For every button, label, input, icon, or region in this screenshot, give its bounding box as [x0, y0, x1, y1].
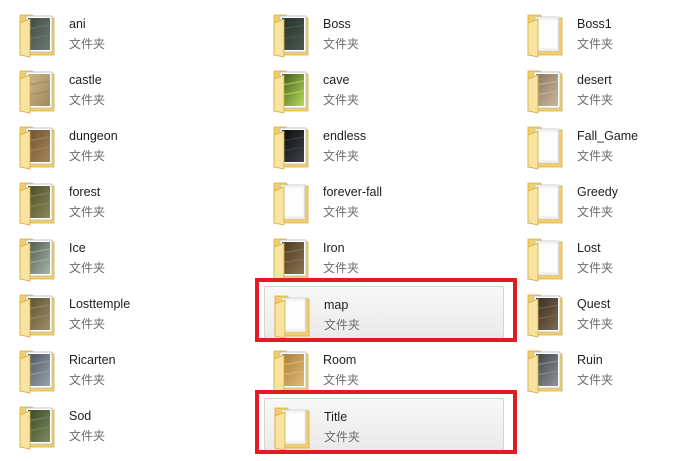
folder-item-castle[interactable]: castle 文件夹 [0, 62, 240, 116]
folder-name: dungeon [69, 129, 118, 143]
folder-type-label: 文件夹 [69, 37, 106, 51]
folder-type-label: 文件夹 [323, 93, 360, 107]
folder-name: Ricarten [69, 353, 116, 367]
folder-type-label: 文件夹 [323, 37, 360, 51]
folder-icon [526, 121, 566, 171]
folder-name: cave [323, 73, 350, 87]
folder-item-forest[interactable]: forest 文件夹 [0, 174, 240, 228]
folder-name: Boss1 [577, 17, 612, 31]
folder-icon [526, 289, 566, 339]
folder-name: Lost [577, 241, 601, 255]
folder-type-label: 文件夹 [577, 373, 614, 387]
folder-type-label: 文件夹 [323, 205, 360, 219]
folder-name: forever-fall [323, 185, 383, 199]
folder-item-quest[interactable]: Quest 文件夹 [508, 286, 691, 340]
folder-item-endless[interactable]: endless 文件夹 [254, 118, 494, 172]
folder-type-label: 文件夹 [577, 317, 614, 331]
folder-icon [526, 9, 566, 59]
folder-icon [18, 121, 58, 171]
folder-item-greedy[interactable]: Greedy 文件夹 [508, 174, 691, 228]
folder-item-ruin[interactable]: Ruin 文件夹 [508, 342, 691, 396]
folder-name: Ice [69, 241, 86, 255]
folder-type-label: 文件夹 [69, 93, 106, 107]
folder-icon [18, 289, 58, 339]
folder-name: Fall_Game [577, 129, 639, 143]
folder-item-map[interactable]: map 文件夹 [264, 286, 504, 340]
folder-icon [273, 290, 313, 340]
folder-type-label: 文件夹 [69, 205, 106, 219]
folder-item-lost[interactable]: Lost 文件夹 [508, 230, 691, 284]
folder-type-label: 文件夹 [69, 149, 106, 163]
folder-item-boss1[interactable]: Boss1 文件夹 [508, 6, 691, 60]
folder-icon [18, 233, 58, 283]
folder-type-label: 文件夹 [69, 317, 106, 331]
folder-type-label: 文件夹 [324, 318, 361, 332]
folder-item-iron[interactable]: Iron 文件夹 [254, 230, 494, 284]
folder-icon [18, 65, 58, 115]
folder-type-label: 文件夹 [577, 93, 614, 107]
folder-name: Room [323, 353, 357, 367]
folder-type-label: 文件夹 [577, 37, 614, 51]
folder-item-title[interactable]: Title 文件夹 [264, 398, 504, 452]
folder-name: desert [577, 73, 612, 87]
folder-icon [272, 177, 312, 227]
folder-name: endless [323, 129, 367, 143]
folder-item-boss[interactable]: Boss 文件夹 [254, 6, 494, 60]
folder-icon [526, 65, 566, 115]
folder-name: ani [69, 17, 86, 31]
folder-type-label: 文件夹 [69, 373, 106, 387]
folder-type-label: 文件夹 [323, 373, 360, 387]
folder-name: Title [324, 410, 348, 424]
folder-item-ani[interactable]: ani 文件夹 [0, 6, 240, 60]
folder-icon [272, 121, 312, 171]
folder-icon [273, 402, 313, 452]
folder-icon [526, 345, 566, 395]
folder-name: forest [69, 185, 101, 199]
folder-item-forever-fall[interactable]: forever-fall 文件夹 [254, 174, 494, 228]
folder-item-dungeon[interactable]: dungeon 文件夹 [0, 118, 240, 172]
folder-item-desert[interactable]: desert 文件夹 [508, 62, 691, 116]
folder-type-label: 文件夹 [324, 430, 361, 444]
folder-icon [526, 233, 566, 283]
folder-item-fall-game[interactable]: Fall_Game 文件夹 [508, 118, 691, 172]
folder-icon [18, 9, 58, 59]
folder-item-ice[interactable]: Ice 文件夹 [0, 230, 240, 284]
folder-name: Quest [577, 297, 611, 311]
folder-name: Ruin [577, 353, 603, 367]
folder-type-label: 文件夹 [577, 205, 614, 219]
folder-type-label: 文件夹 [323, 149, 360, 163]
folder-icon [18, 401, 58, 451]
folder-item-losttemple[interactable]: Losttemple 文件夹 [0, 286, 240, 340]
folder-name: Losttemple [69, 297, 131, 311]
folder-icon [272, 233, 312, 283]
folder-type-label: 文件夹 [69, 261, 106, 275]
folder-type-label: 文件夹 [577, 261, 614, 275]
folder-item-cave[interactable]: cave 文件夹 [254, 62, 494, 116]
folder-name: Sod [69, 409, 92, 423]
folder-grid: ani 文件夹 Boss 文件夹 Boss1 文件夹 castle 文件夹 ca… [0, 0, 691, 461]
folder-item-sod[interactable]: Sod 文件夹 [0, 398, 240, 452]
folder-name: Boss [323, 17, 351, 31]
folder-type-label: 文件夹 [323, 261, 360, 275]
folder-type-label: 文件夹 [577, 149, 614, 163]
folder-icon [18, 177, 58, 227]
folder-icon [526, 177, 566, 227]
folder-name: Iron [323, 241, 345, 255]
folder-item-room[interactable]: Room 文件夹 [254, 342, 494, 396]
folder-icon [272, 65, 312, 115]
folder-icon [18, 345, 58, 395]
folder-name: Greedy [577, 185, 618, 199]
folder-name: castle [69, 73, 102, 87]
folder-name: map [324, 298, 349, 312]
folder-type-label: 文件夹 [69, 429, 106, 443]
folder-icon [272, 345, 312, 395]
folder-item-ricarten[interactable]: Ricarten 文件夹 [0, 342, 240, 396]
folder-icon [272, 9, 312, 59]
